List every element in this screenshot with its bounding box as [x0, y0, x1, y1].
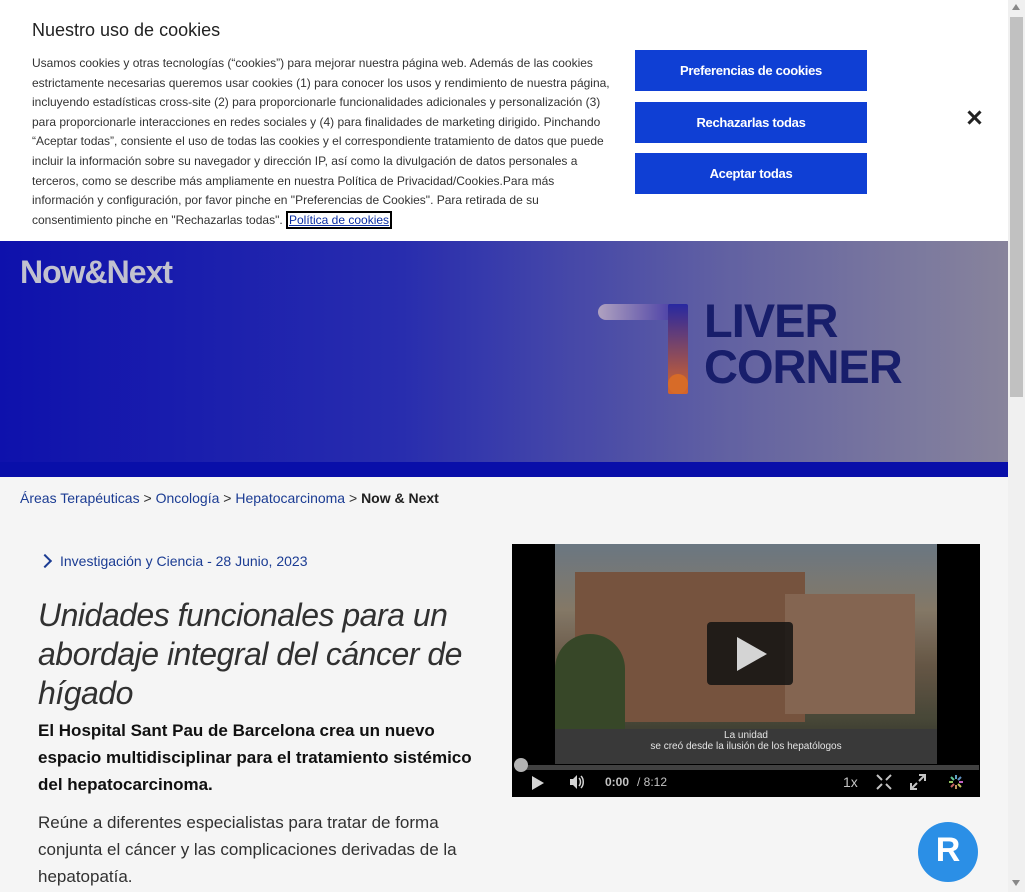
cookie-reject-all-button[interactable]: Rechazarlas todas [635, 102, 867, 143]
cookie-banner: Nuestro uso de cookies Usamos cookies y … [0, 0, 1008, 241]
cookie-accept-all-button[interactable]: Aceptar todas [635, 153, 867, 194]
scroll-down-arrow-icon[interactable] [1012, 880, 1020, 886]
page: Now&Next LIVER CORNER Áreas Terapéuticas… [0, 0, 1008, 892]
page-scrollbar[interactable] [1008, 0, 1025, 892]
overlay-dim [0, 241, 1008, 892]
cookie-preferences-button[interactable]: Preferencias de cookies [635, 50, 867, 91]
cookie-description: Usamos cookies y otras tecnologías (“coo… [32, 56, 610, 227]
close-icon[interactable] [962, 106, 986, 130]
cookie-title: Nuestro uso de cookies [32, 20, 221, 40]
assistant-fab-label: R [935, 831, 961, 869]
assistant-fab-button[interactable]: R [918, 822, 978, 882]
cookie-text: Usamos cookies y otras tecnologías (“coo… [32, 54, 610, 230]
scrollbar-thumb[interactable] [1010, 17, 1023, 397]
cookie-policy-link[interactable]: Política de cookies [286, 210, 393, 229]
scroll-up-arrow-icon[interactable] [1012, 4, 1020, 10]
